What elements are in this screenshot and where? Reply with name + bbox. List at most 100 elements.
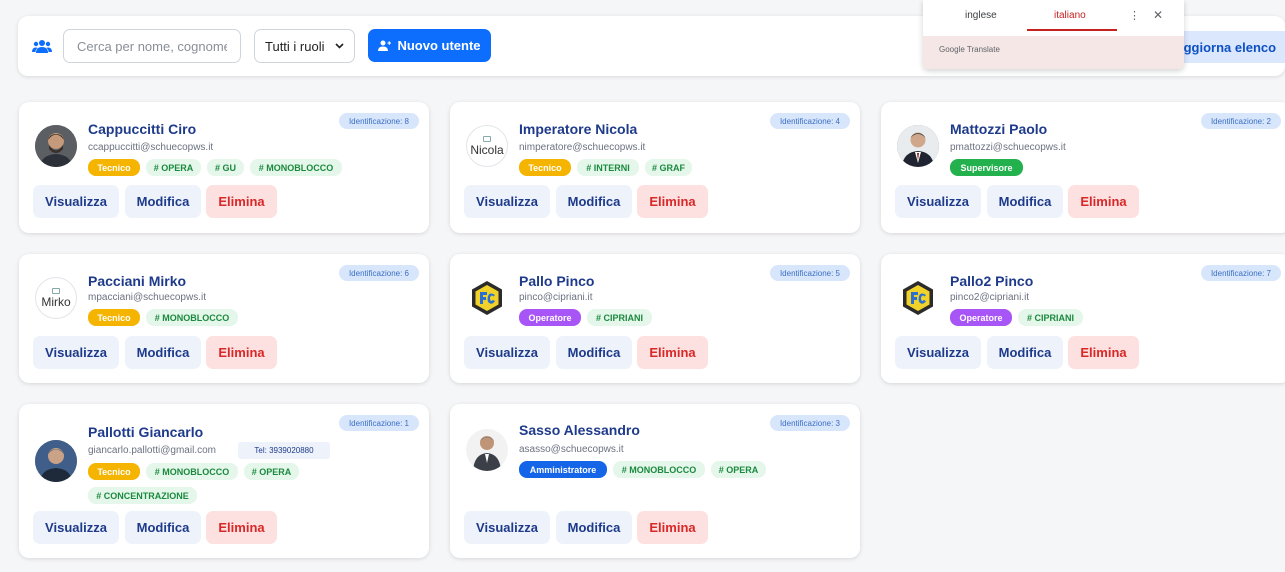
tag-chip: # MONOBLOCCO [146,309,238,326]
translate-tabs: inglese italiano ⋮ ✕ [923,0,1184,32]
view-button[interactable]: Visualizza [33,336,119,369]
user-card: Mattozzi Paolo pmattozzi@schuecopws.it I… [881,102,1285,233]
company-logo-icon [472,281,502,315]
users-icon [32,40,52,53]
translate-brand: Google Translate [939,45,1000,54]
avatar [35,440,77,482]
avatar-alt-text: Nicola [470,142,504,157]
user-email: ccappuccitti@schuecopws.it [88,142,214,153]
id-badge: Identificazione: 8 [338,113,419,129]
avatar [466,429,508,471]
view-button[interactable]: Visualizza [895,185,981,218]
user-email: pmattozzi@schuecopws.it [950,142,1066,153]
chevron-down-icon [335,43,344,49]
tag-chip: # MONOBLOCCO [146,463,238,480]
tag-chip: # CIPRIANI [587,309,652,326]
user-card: Pallotti Giancarlo giancarlo.pallotti@gm… [19,404,429,558]
view-button[interactable]: Visualizza [33,511,119,544]
avatar: Nicola [466,125,508,167]
edit-button[interactable]: Modifica [125,511,201,544]
avatar [35,125,77,167]
user-card: Sasso Alessandro asasso@schuecopws.it Id… [450,404,860,558]
company-logo-icon [903,281,933,315]
id-badge: Identificazione: 6 [338,265,419,281]
delete-button[interactable]: Elimina [206,511,277,544]
user-name: Pallotti Giancarlo [88,424,204,440]
user-card: Cappuccitti Ciro ccappuccitti@schuecopws… [19,102,429,233]
delete-button[interactable]: Elimina [637,511,708,544]
delete-button[interactable]: Elimina [637,185,708,218]
avatar-alt-text: Mirko [41,294,71,309]
tag-chip: # MONOBLOCCO [613,461,705,478]
id-badge: Identificazione: 2 [1200,113,1281,129]
edit-button[interactable]: Modifica [125,185,201,218]
delete-button[interactable]: Elimina [1068,336,1139,369]
role-filter-select[interactable]: Tutti i ruoli [254,29,355,63]
view-button[interactable]: Visualizza [895,336,981,369]
tag-chip: # OPERA [146,159,201,176]
new-user-label: Nuovo utente [397,38,481,53]
search-input[interactable] [63,29,241,63]
user-card: Nicola Imperatore Nicola nimperatore@sch… [450,102,860,233]
refresh-list-label: iggiorna elenco [1180,39,1277,55]
tag-chip: # OPERA [244,463,299,480]
translate-footer: Google Translate [923,36,1184,69]
id-badge: Identificazione: 1 [338,415,419,431]
id-badge: Identificazione: 5 [769,265,850,281]
user-card: Pallo2 Pinco pinco2@cipriani.it Identifi… [881,254,1285,383]
tag-chip: # GRAF [645,159,692,176]
delete-button[interactable]: Elimina [206,336,277,369]
view-button[interactable]: Visualizza [464,336,550,369]
new-user-button[interactable]: Nuovo utente [368,29,491,62]
more-vert-icon[interactable]: ⋮ [1129,9,1140,22]
avatar [897,277,939,319]
user-card: Pallo Pinco pinco@cipriani.it Identifica… [450,254,860,383]
edit-button[interactable]: Modifica [556,511,632,544]
translate-popup: inglese italiano ⋮ ✕ Google Translate [923,0,1184,69]
add-user-icon [378,40,392,51]
view-button[interactable]: Visualizza [464,185,550,218]
user-email: nimperatore@schuecopws.it [519,142,646,153]
tag-chip: # OPERA [711,461,766,478]
delete-button[interactable]: Elimina [206,185,277,218]
id-badge: Identificazione: 4 [769,113,850,129]
view-button[interactable]: Visualizza [33,185,119,218]
user-name: Mattozzi Paolo [950,121,1048,137]
user-email: giancarlo.pallotti@gmail.com [88,445,216,456]
id-badge: Identificazione: 7 [1200,265,1281,281]
close-icon[interactable]: ✕ [1153,8,1163,22]
translate-tab-source[interactable]: inglese [965,10,997,21]
edit-button[interactable]: Modifica [556,185,632,218]
avatar [897,125,939,167]
role-badge: Amministratore [519,461,607,478]
user-email: mpacciani@schuecopws.it [88,292,206,303]
role-badge: Operatore [519,309,581,326]
edit-button[interactable]: Modifica [987,185,1063,218]
user-email: asasso@schuecopws.it [519,444,624,455]
role-badge: Operatore [950,309,1012,326]
user-name: Pacciani Mirko [88,273,187,289]
delete-button[interactable]: Elimina [637,336,708,369]
tag-chip: # MONOBLOCCO [250,159,342,176]
broken-image-icon [483,135,491,142]
delete-button[interactable]: Elimina [1068,185,1139,218]
view-button[interactable]: Visualizza [464,511,550,544]
active-tab-indicator [1027,29,1117,31]
avatar: Mirko [35,277,77,319]
user-name: Sasso Alessandro [519,422,640,438]
user-name: Pallo Pinco [519,273,595,289]
phone-badge: Tel: 3939020880 [238,442,330,459]
broken-image-icon [52,287,60,294]
refresh-list-button[interactable]: iggiorna elenco [1178,31,1285,63]
user-card: Mirko Pacciani Mirko mpacciani@schuecopw… [19,254,429,383]
translate-tab-target[interactable]: italiano [1054,10,1086,21]
role-badge: Tecnico [519,159,571,176]
edit-button[interactable]: Modifica [987,336,1063,369]
edit-button[interactable]: Modifica [556,336,632,369]
user-name: Imperatore Nicola [519,121,638,137]
tag-chip: # GU [207,159,244,176]
edit-button[interactable]: Modifica [125,336,201,369]
role-badge: Tecnico [88,309,140,326]
user-name: Cappuccitti Ciro [88,121,197,137]
role-badge: Tecnico [88,159,140,176]
